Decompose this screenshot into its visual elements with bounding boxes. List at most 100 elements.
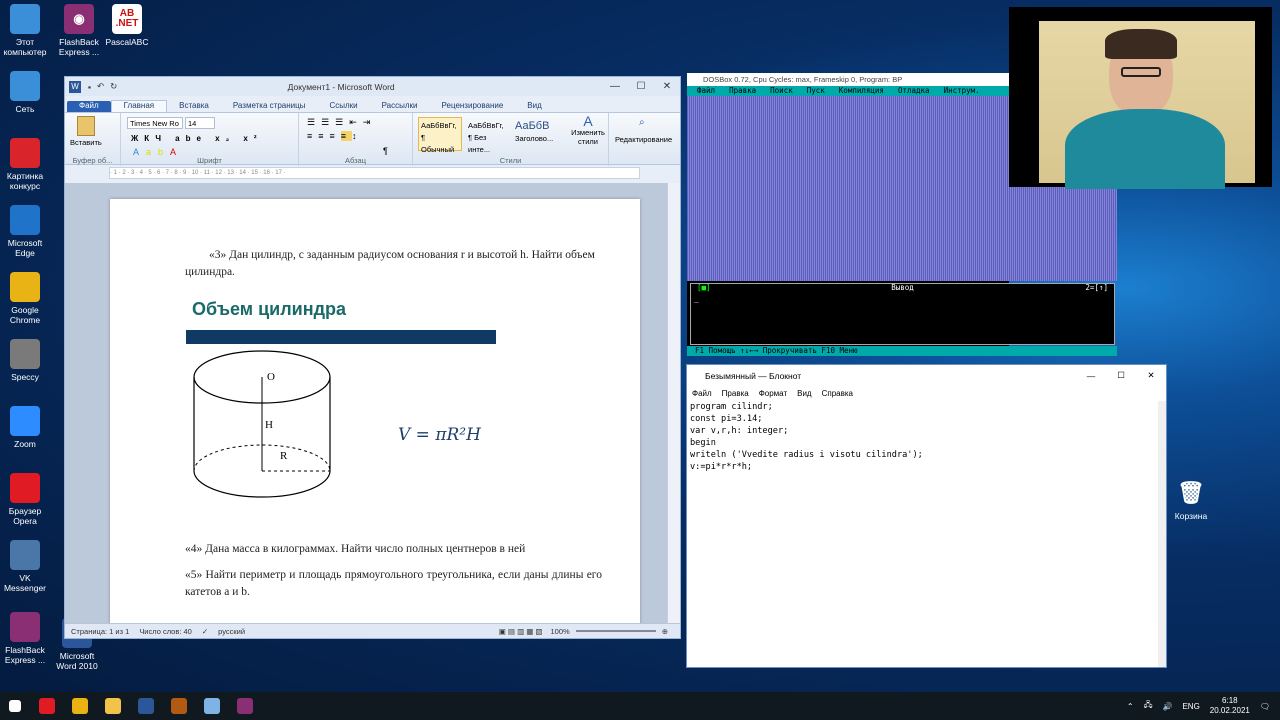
language-indicator[interactable]: ENG [1182, 702, 1199, 711]
notepad-menu-item[interactable]: Вид [797, 389, 811, 398]
close-button[interactable]: ✕ [1136, 370, 1166, 381]
dos-menu-item[interactable]: Компиляция [839, 86, 884, 96]
dos-menu-item[interactable]: Файл [697, 86, 715, 96]
dos-menu-item[interactable]: Отладка [898, 86, 930, 96]
zoom-level[interactable]: 100% [551, 627, 570, 636]
spellcheck-icon[interactable]: ✓ [202, 627, 208, 636]
dosbox-window[interactable]: DOSBox 0.72, Cpu Cycles: max, Frameskip … [687, 73, 1117, 356]
desktop-icon[interactable]: Картинка конкурс [2, 138, 48, 191]
tab-home[interactable]: Главная [110, 100, 168, 112]
notepad-scrollbar[interactable] [1158, 401, 1166, 667]
style-heading[interactable]: АаБбВ Заголово... [512, 117, 556, 151]
minimize-button[interactable]: — [602, 77, 628, 96]
taskbar: ⌃ 🖧 🔊 ENG 6:18 20.02.2021 🗨 [0, 692, 1280, 720]
align-icons[interactable]: ≡≡≡≡↕ [307, 131, 363, 141]
desktop-icon[interactable]: Google Chrome [2, 272, 48, 325]
notepad-text[interactable]: program cilindr; const pi=3.14; var v,r,… [687, 400, 1166, 474]
chrome-icon [71, 698, 88, 714]
dosbox-statusline: F1 Помощь ↑↓←→ Прокручивать F10 Меню [687, 346, 1117, 356]
taskbar-button[interactable] [0, 692, 30, 720]
page-count[interactable]: Страница: 1 из 1 [71, 627, 129, 636]
taskbar-button[interactable] [30, 692, 63, 720]
format-buttons[interactable]: ЖКЧ abe x₂ x² [131, 134, 263, 143]
dos-menu-item[interactable]: Поиск [770, 86, 793, 96]
view-buttons[interactable]: ▣ ▤ ▥ ▦ ▧ [499, 627, 543, 636]
paste-icon[interactable] [77, 116, 95, 136]
taskbar-button[interactable] [63, 692, 96, 720]
desktop-icon-recycle-bin[interactable]: 🗑 Корзина [1168, 478, 1214, 522]
tab-file[interactable]: Файл [67, 101, 111, 112]
volume-icon[interactable]: 🔊 [1162, 702, 1172, 711]
paste-button[interactable]: Вставить [70, 138, 102, 147]
taskbar-button[interactable] [96, 692, 129, 720]
language[interactable]: русский [218, 627, 245, 636]
desktop-icon-pascalabc[interactable]: AB .NET PascalABC [104, 4, 150, 47]
glasses [1121, 67, 1161, 77]
flashback-icon: ◉ [64, 4, 94, 34]
zoom-in-icon[interactable]: ⊕ [662, 627, 668, 636]
maximize-button[interactable]: ☐ [1106, 370, 1136, 381]
output-window[interactable]: [■] Вывод 2=[↑] _ [690, 283, 1115, 345]
document-area: «3» Дан цилиндр, с заданным радиусом осн… [65, 183, 668, 625]
label-h: H [265, 419, 273, 431]
ruler[interactable]: · 1 · 2 · 3 · 4 · 5 · 6 · 7 · 8 · 9 · 10… [109, 167, 640, 179]
maximize-button[interactable]: ☐ [628, 77, 654, 96]
word-titlebar[interactable]: W ▪ ↶ ↻ Документ1 - Microsoft Word — ☐ ✕ [65, 77, 680, 96]
tab-review[interactable]: Рецензирование [430, 101, 516, 112]
notepad-menu-item[interactable]: Формат [759, 389, 787, 398]
word-vertical-scrollbar[interactable] [667, 183, 680, 625]
taskbar-button[interactable] [162, 692, 195, 720]
desktop-icon-label: Браузер Opera [8, 506, 42, 526]
dosbox-titlebar[interactable]: DOSBox 0.72, Cpu Cycles: max, Frameskip … [687, 73, 1009, 86]
zoom-slider[interactable] [575, 630, 656, 632]
tab-layout[interactable]: Разметка страницы [221, 101, 318, 112]
desktop-icon[interactable]: Microsoft Edge [2, 205, 48, 258]
notifications-icon[interactable]: 🗨 [1260, 702, 1270, 711]
word-title: Документ1 - Microsoft Word [287, 81, 395, 92]
tab-insert[interactable]: Вставка [167, 101, 221, 112]
taskbar-button[interactable] [228, 692, 261, 720]
clock[interactable]: 6:18 20.02.2021 [1210, 696, 1250, 716]
taskbar-button[interactable] [129, 692, 162, 720]
change-styles-button[interactable]: A Изменить стили [569, 114, 607, 146]
desktop-icon[interactable]: Браузер Opera [2, 473, 48, 526]
dos-menu-item[interactable]: Правка [729, 86, 756, 96]
desktop-icon[interactable]: Этот компьютер [2, 4, 48, 57]
document-page[interactable]: «3» Дан цилиндр, с заданным радиусом осн… [110, 199, 640, 625]
notepad-menu-item[interactable]: Файл [692, 389, 712, 398]
taskbar-button[interactable] [195, 692, 228, 720]
notepad-titlebar[interactable]: Безымянный — Блокнот — ☐ ✕ [687, 365, 1166, 386]
desktop-icon[interactable]: Сеть [2, 71, 48, 114]
list-icons[interactable]: ☰☰☰⇤⇥ [307, 117, 376, 128]
editing-group[interactable]: ⌕ Редактирование [613, 113, 678, 166]
word-window[interactable]: W ▪ ↶ ↻ Документ1 - Microsoft Word — ☐ ✕… [64, 76, 681, 639]
notepad-menu-item[interactable]: Правка [722, 389, 749, 398]
desktop-icon-label: VK Messenger [3, 573, 47, 593]
font-name-select[interactable]: Times New Ro [127, 117, 183, 129]
desktop-icon[interactable]: Speccy [2, 339, 48, 382]
computer-icon [10, 4, 40, 34]
close-button[interactable]: ✕ [654, 77, 680, 96]
tab-references[interactable]: Ссылки [317, 101, 369, 112]
dos-menu-item[interactable]: Пуск [807, 86, 825, 96]
word-count[interactable]: Число слов: 40 [139, 627, 192, 636]
person-hoodie [1065, 109, 1225, 189]
minimize-button[interactable]: — [1076, 371, 1106, 381]
desktop-icon[interactable]: Zoom [2, 406, 48, 449]
notepad-icon [203, 698, 220, 714]
notepad-window[interactable]: Безымянный — Блокнот — ☐ ✕ Файл Правка Фор… [686, 364, 1167, 668]
style-normal[interactable]: АаБбВвГг, ¶ Обычный [418, 117, 462, 154]
desktop-icon[interactable]: VK Messenger [2, 540, 48, 593]
desktop-icon[interactable]: FlashBack Express ... [2, 612, 48, 665]
desktop-icon-flashback[interactable]: ◉ FlashBack Express ... [52, 4, 106, 57]
network-tray-icon[interactable]: 🖧 [1144, 699, 1153, 713]
tray-chevron-icon[interactable]: ⌃ [1127, 702, 1134, 711]
dos-menu-item[interactable]: Инструм. [944, 86, 980, 96]
pilcrow-icon[interactable]: ¶ [383, 146, 388, 156]
font-size-select[interactable]: 14 [185, 117, 215, 129]
style-no-spacing[interactable]: АаБбВвГг, ¶ Без инте... [465, 117, 509, 154]
tab-view[interactable]: Вид [515, 101, 553, 112]
notepad-menu-item[interactable]: Справка [822, 389, 853, 398]
tab-mailings[interactable]: Рассылки [370, 101, 430, 112]
network-icon [10, 71, 40, 101]
